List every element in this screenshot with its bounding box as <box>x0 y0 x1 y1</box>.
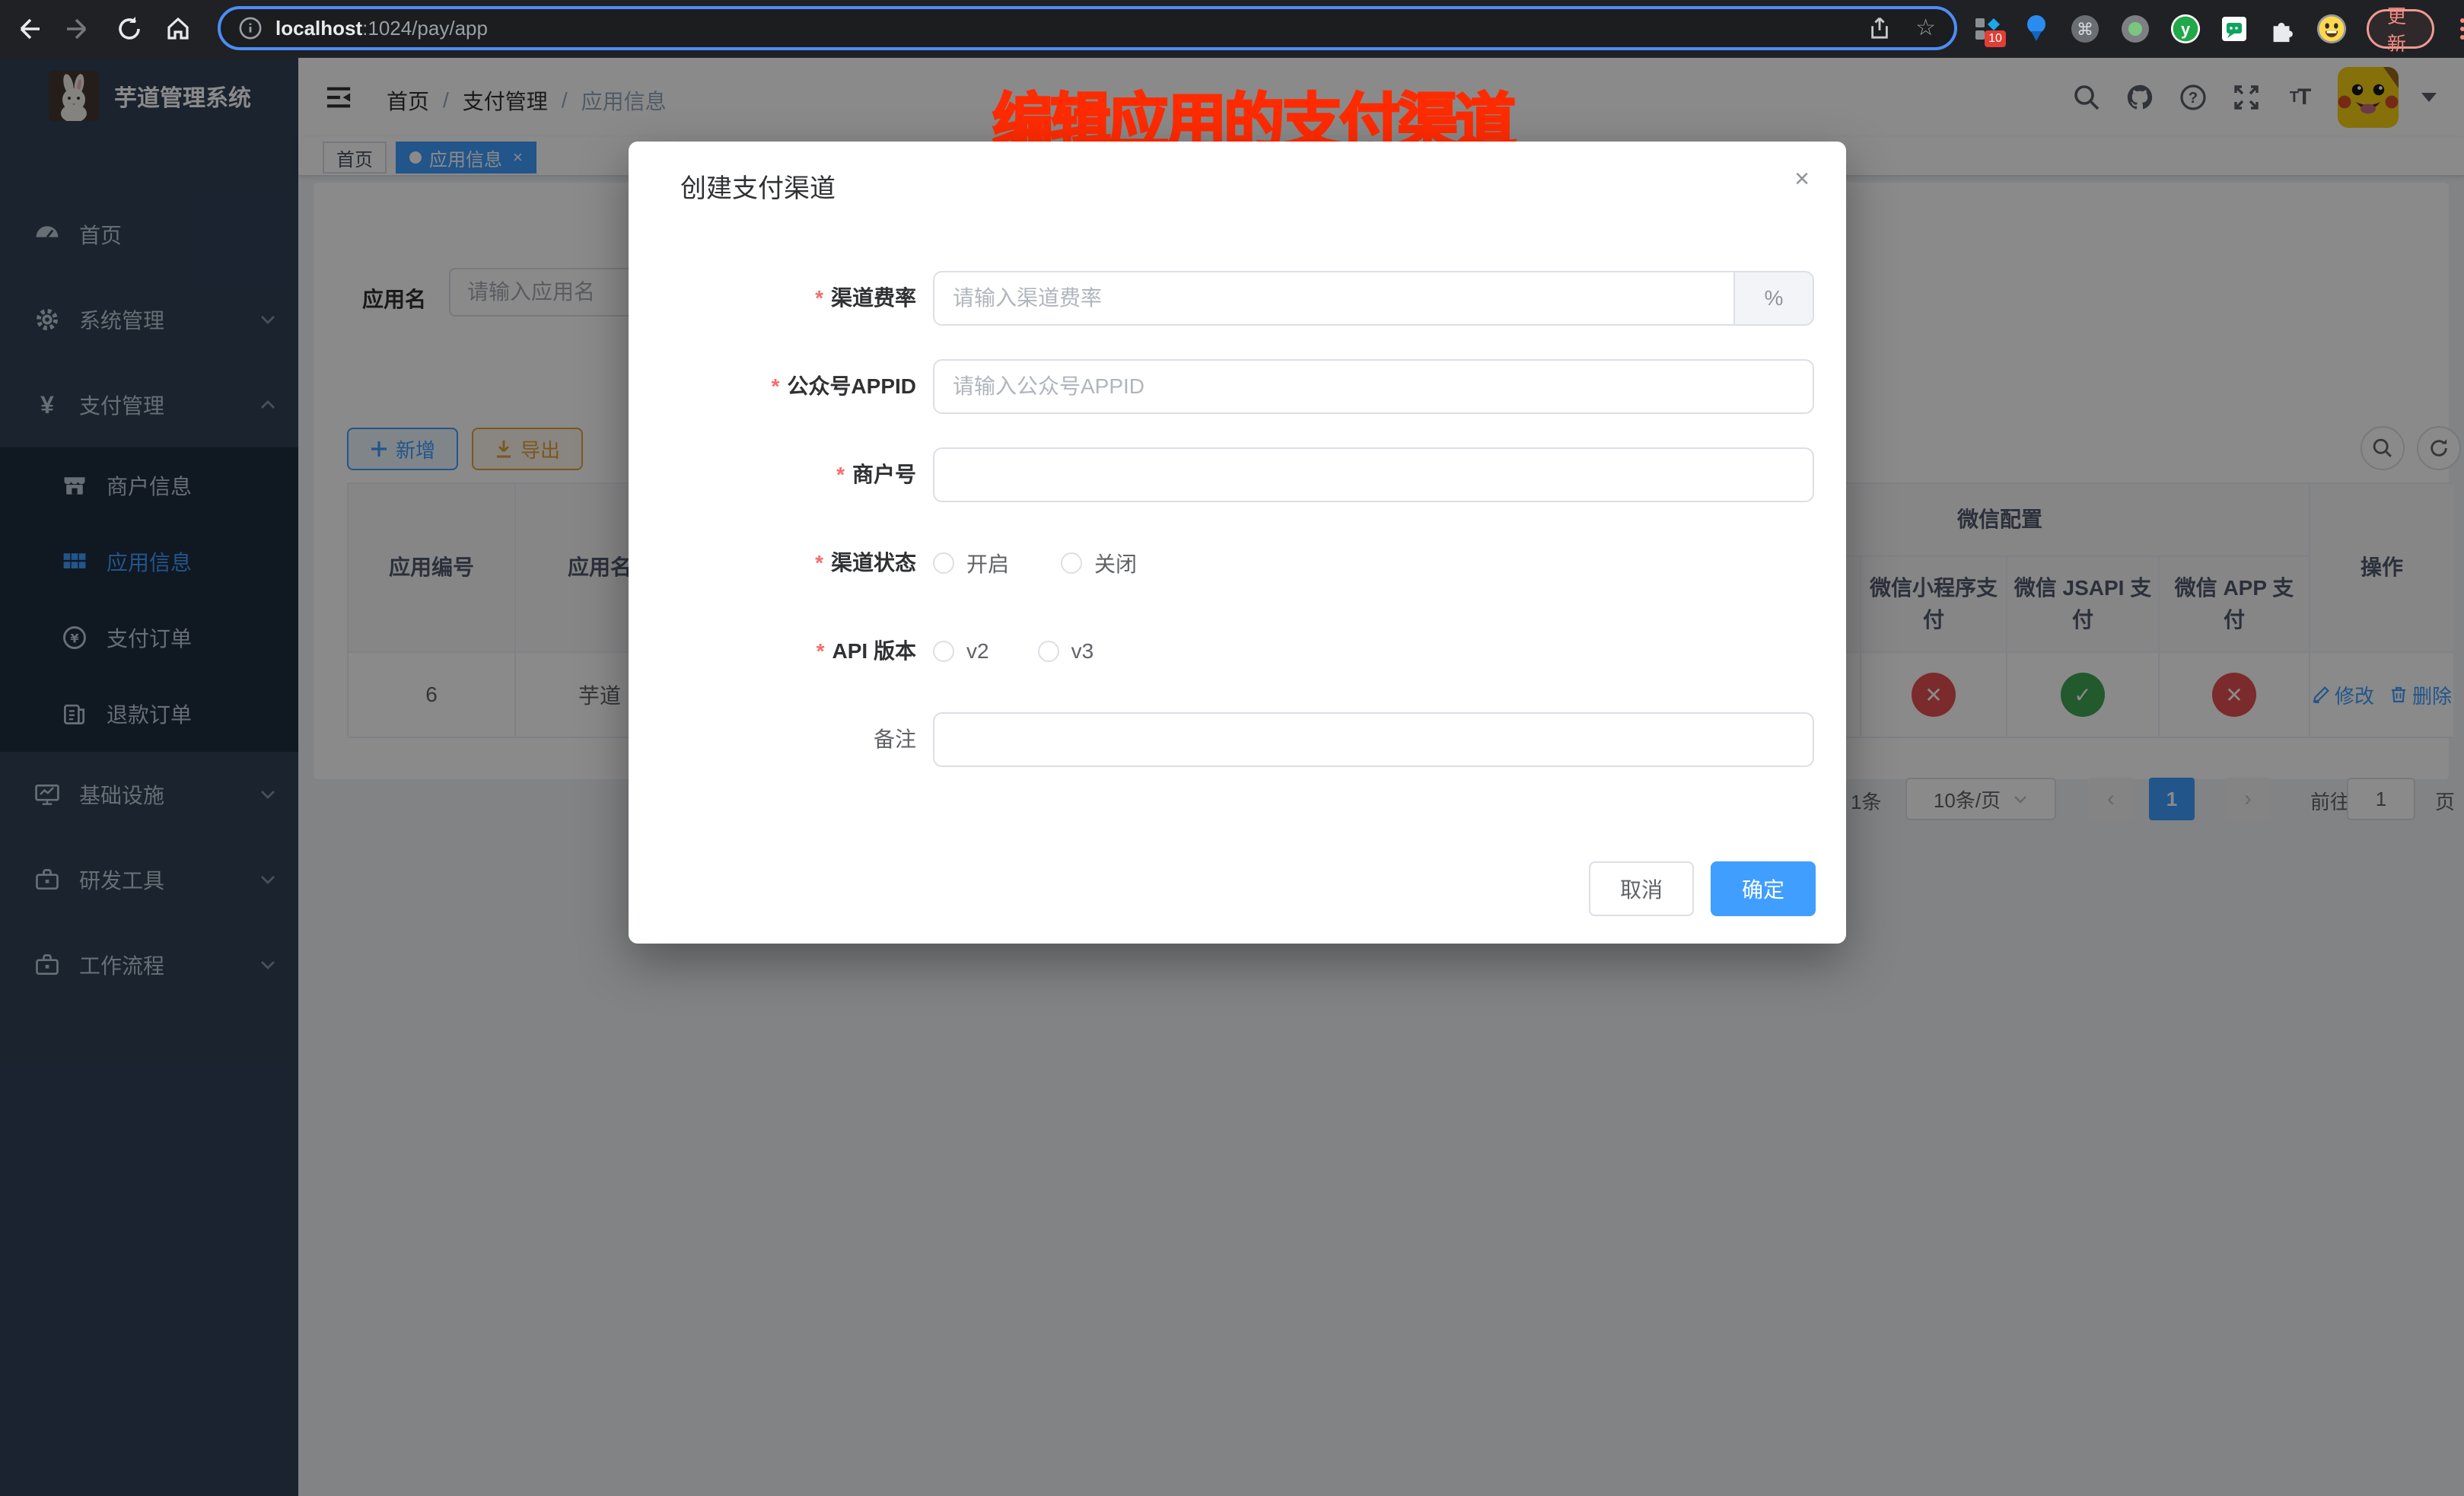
radio-circle-icon <box>933 552 954 574</box>
remark-label: 备注 <box>874 727 916 751</box>
svg-text:y: y <box>2181 20 2190 39</box>
radio-status-open[interactable]: 开启 <box>933 548 1009 578</box>
fee-rate-label: 渠道费率 <box>831 286 916 310</box>
extension-chat-icon[interactable] <box>2220 14 2248 44</box>
radio-circle-icon <box>1061 552 1082 574</box>
extensions-row: 10 ⌘ y 更新 <box>1972 0 2464 58</box>
svg-text:⌘: ⌘ <box>2077 21 2093 40</box>
extension-workspace-icon[interactable]: 10 <box>1972 14 2003 44</box>
field-remark: 备注 <box>629 712 1846 767</box>
dialog-title: 创建支付渠道 <box>680 167 836 205</box>
url-path: :1024/pay/app <box>362 17 488 40</box>
radio-api-v2[interactable]: v2 <box>933 639 989 664</box>
percent-suffix: % <box>1735 271 1814 326</box>
browser-update-button[interactable]: 更新 <box>2367 9 2434 49</box>
extensions-puzzle-icon[interactable] <box>2268 14 2297 44</box>
cancel-button[interactable]: 取消 <box>1589 861 1694 916</box>
field-merchant-id: *商户号 <box>629 447 1846 502</box>
merchant-id-label: 商户号 <box>852 463 916 486</box>
browser-back-icon[interactable] <box>12 11 49 47</box>
browser-reload-icon[interactable] <box>111 11 148 47</box>
address-bar[interactable]: localhost:1024/pay/app ☆ <box>218 6 1957 50</box>
profile-emoji-icon[interactable] <box>2316 14 2347 44</box>
screen: localhost:1024/pay/app ☆ 10 ⌘ y <box>0 0 2464 1496</box>
api-version-label: API 版本 <box>832 639 916 663</box>
field-channel-status: *渠道状态 开启 关闭 <box>629 536 1846 590</box>
channel-status-label: 渠道状态 <box>831 551 916 575</box>
confirm-button[interactable]: 确定 <box>1711 861 1816 916</box>
extension-command-icon[interactable]: ⌘ <box>2070 14 2100 44</box>
create-pay-channel-dialog: 创建支付渠道 × *渠道费率 % *公众号APPID *商户号 *渠道状态 开启… <box>629 142 1846 944</box>
field-appid: *公众号APPID <box>629 359 1846 414</box>
radio-status-closed[interactable]: 关闭 <box>1061 548 1137 578</box>
share-icon[interactable] <box>1868 16 1891 40</box>
site-info-icon[interactable] <box>239 17 262 40</box>
extension-y-icon[interactable]: y <box>2170 14 2201 44</box>
browser-menu-icon[interactable] <box>2454 18 2464 40</box>
remark-input[interactable] <box>933 712 1814 767</box>
field-fee-rate: *渠道费率 % <box>629 271 1846 326</box>
extension-balloon-icon[interactable] <box>2023 14 2050 44</box>
extension-badge: 10 <box>1985 30 2006 47</box>
radio-circle-icon <box>933 641 954 662</box>
extension-recorder-icon[interactable] <box>2120 14 2150 44</box>
browser-home-icon[interactable] <box>160 11 196 47</box>
merchant-id-input[interactable] <box>933 447 1814 502</box>
radio-circle-icon <box>1038 641 1059 662</box>
radio-api-v3[interactable]: v3 <box>1038 639 1094 664</box>
browser-forward-icon[interactable] <box>58 11 94 47</box>
bookmark-star-icon[interactable]: ☆ <box>1915 17 1936 40</box>
appid-input[interactable] <box>933 359 1814 414</box>
url-host: localhost <box>275 17 362 40</box>
fee-rate-input[interactable] <box>933 271 1735 326</box>
appid-label: 公众号APPID <box>787 374 916 398</box>
field-api-version: *API 版本 v2 v3 <box>629 624 1846 679</box>
browser-toolbar: localhost:1024/pay/app ☆ 10 ⌘ y <box>0 0 2464 58</box>
dialog-close-icon[interactable]: × <box>1794 164 1810 194</box>
